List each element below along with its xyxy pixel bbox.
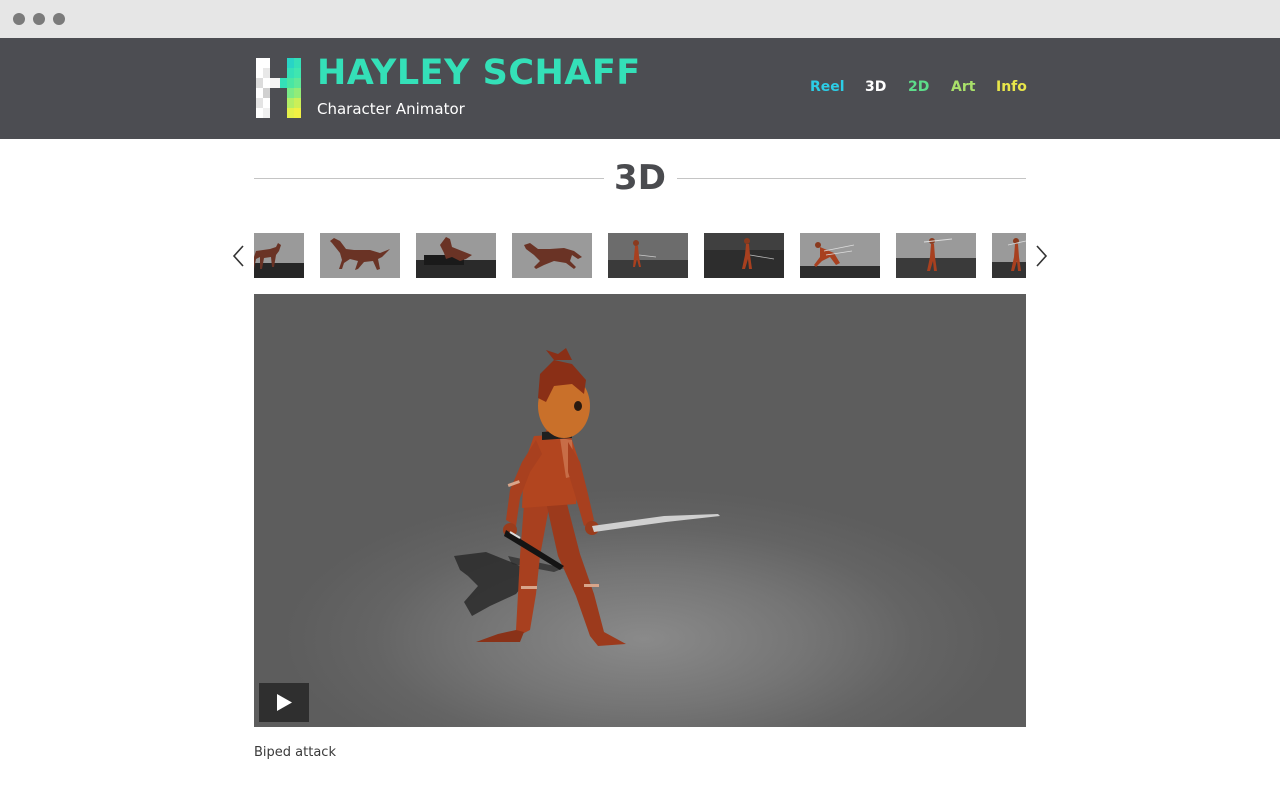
thumbnail[interactable] [254,233,304,278]
nav-link-art[interactable]: Art [951,79,975,95]
nav-link-reel[interactable]: Reel [810,79,845,95]
nav-link-2d[interactable]: 2D [908,79,929,95]
heading-rule-right [677,178,1026,179]
thumbnail[interactable] [896,233,976,278]
browser-chrome [0,0,1280,38]
thumbnail[interactable] [800,233,880,278]
section-title: 3D [614,158,666,198]
window-close-dot[interactable] [13,13,25,25]
animation-frame [454,348,720,646]
nav-link-3d[interactable]: 3D [865,79,886,95]
thumbnail[interactable] [704,233,784,278]
heading-rule-left [254,178,604,179]
thumbnail[interactable] [992,233,1026,278]
thumbnail[interactable] [320,233,400,278]
window-zoom-dot[interactable] [53,13,65,25]
play-button[interactable] [259,683,309,722]
chevron-left-icon [232,245,244,267]
nav-link-info[interactable]: Info [996,79,1027,95]
thumbnail[interactable] [512,233,592,278]
main-nav: Reel 3D 2D Art Info [800,79,1040,101]
play-icon [277,694,292,711]
window-minimize-dot[interactable] [33,13,45,25]
video-player[interactable] [254,294,1026,727]
thumbnail[interactable] [416,233,496,278]
carousel-prev-button[interactable] [229,244,249,268]
thumbnail-selected[interactable] [608,233,688,278]
site-title[interactable]: HAYLEY SCHAFF [317,53,641,93]
site-subtitle: Character Animator [317,100,465,118]
thumbnail-strip [254,233,1026,278]
chevron-right-icon [1036,245,1048,267]
logo-icon[interactable] [256,58,302,118]
carousel-next-button[interactable] [1031,244,1051,268]
video-caption: Biped attack [254,745,336,760]
